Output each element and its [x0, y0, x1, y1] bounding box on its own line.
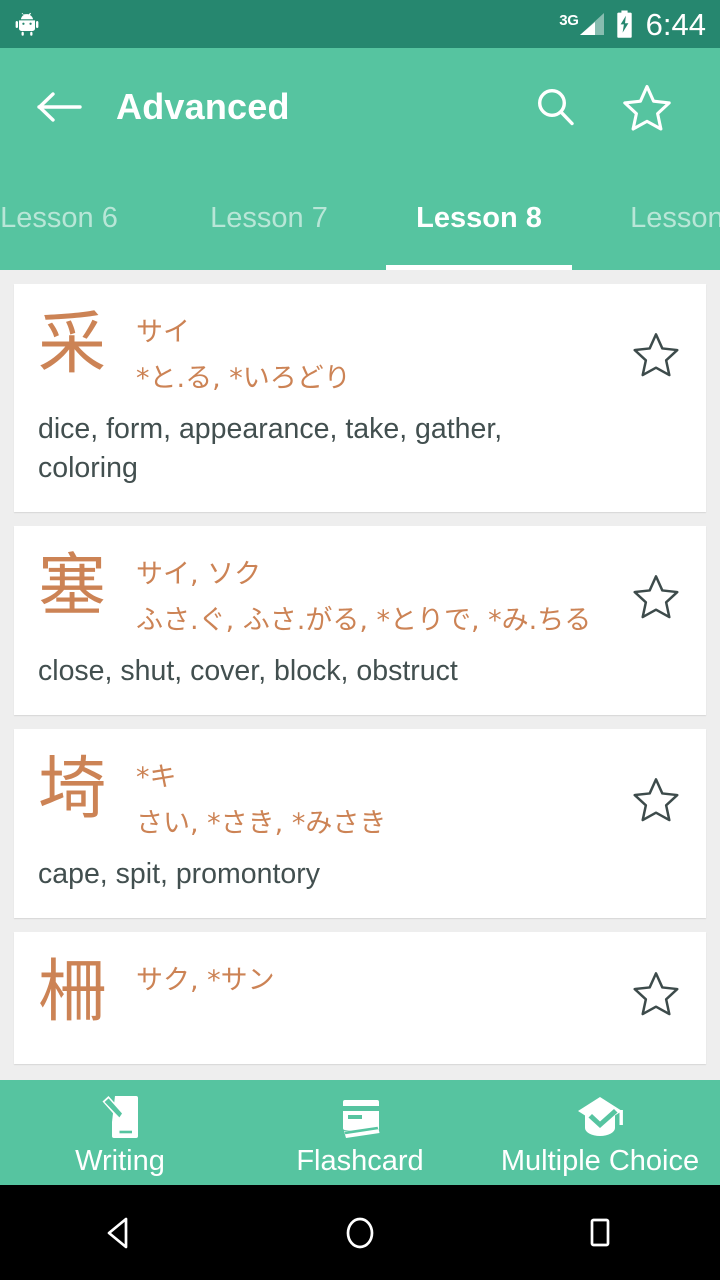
android-mascot-icon [15, 12, 39, 36]
writing-pencil-icon [95, 1093, 145, 1141]
back-button[interactable] [28, 76, 90, 138]
kanji-card-header: 柵 サク, *サン [38, 954, 684, 1032]
star-outline-icon [633, 575, 679, 619]
star-outline-icon [633, 778, 679, 822]
tab-lesson-6[interactable]: Lesson 6 [0, 166, 164, 270]
tab-label: Lesson 7 [210, 201, 328, 234]
search-icon [537, 88, 574, 126]
kanji-readings: サイ, ソク ふさ.ぐ, ふさ.がる, *とりで, *み.ちる [136, 548, 628, 644]
star-outline-icon [633, 972, 679, 1016]
page-title: Advanced [116, 86, 290, 127]
flashcard-stack-icon [335, 1093, 385, 1141]
kanji-readings: サク, *サン [136, 954, 628, 1004]
favorite-toggle-button[interactable] [622, 82, 672, 132]
search-button[interactable] [530, 82, 580, 132]
kanji-card-list[interactable]: 采 サイ *と.る, *いろどり dice, form, appearance,… [0, 270, 720, 1080]
signal-indicator: 3G [559, 11, 605, 37]
kanji-card[interactable]: 塞 サイ, ソク ふさ.ぐ, ふさ.がる, *とりで, *み.ちる close,… [14, 526, 706, 715]
kunyomi-reading: *と.る, *いろどり [136, 363, 351, 394]
kanji-character: 塞 [38, 547, 107, 626]
app-bar: Advanced [0, 48, 720, 166]
onyomi-reading: サイ, ソク [136, 559, 262, 590]
card-favorite-button[interactable] [628, 970, 684, 1016]
android-navigation-bar [0, 1185, 720, 1280]
status-bar: 3G 6:44 [0, 0, 720, 48]
bottom-item-label: Writing [75, 1145, 165, 1177]
card-favorite-button[interactable] [628, 573, 684, 619]
onyomi-reading: サイ [136, 317, 190, 348]
kanji-card-header: 埼 *キ さい, *さき, *みさき [38, 751, 684, 847]
bottom-item-label: Flashcard [296, 1145, 424, 1177]
study-mode-bar: Writing Flashcard Multiple Choice [0, 1080, 720, 1185]
kanji-meaning: cape, spit, promontory [38, 858, 320, 890]
status-bar-left [14, 11, 40, 37]
kanji-card-header: 塞 サイ, ソク ふさ.ぐ, ふさ.がる, *とりで, *み.ちる [38, 548, 684, 644]
kanji-readings: サイ *と.る, *いろどり [136, 306, 628, 402]
back-arrow-icon [37, 92, 82, 122]
tab-lesson-9[interactable]: Lesson 9 [584, 166, 720, 270]
kanji-meaning: dice, form, appearance, take, gather, co… [38, 413, 503, 484]
multiple-choice-mode-button[interactable]: Multiple Choice [480, 1080, 720, 1185]
tab-label: Lesson 9 [630, 201, 720, 234]
tab-track: Lesson 6 Lesson 7 Lesson 8 Lesson 9 Less… [0, 166, 720, 270]
tab-lesson-8[interactable]: Lesson 8 [374, 166, 584, 270]
app-screen: 3G 6:44 Advanced Lesson 6 Lesson 7 Lesso… [0, 0, 720, 1280]
status-bar-clock: 6:44 [645, 6, 706, 42]
onyomi-reading: サク, *サン [136, 965, 275, 996]
nav-recents-square-icon [590, 1218, 610, 1246]
status-bar-right: 3G 6:44 [559, 9, 706, 40]
kunyomi-reading: ふさ.ぐ, ふさ.がる, *とりで, *み.ちる [136, 605, 592, 636]
flashcard-mode-button[interactable]: Flashcard [240, 1080, 480, 1185]
kanji-meaning: close, shut, cover, block, obstruct [38, 655, 458, 687]
signal-bars-icon [579, 13, 604, 35]
nav-home-button[interactable] [240, 1213, 480, 1253]
kunyomi-reading: さい, *さき, *みさき [136, 808, 387, 839]
onyomi-reading: *キ [136, 762, 177, 793]
kanji-card-header: 采 サイ *と.る, *いろどり [38, 306, 684, 402]
nav-back-triangle-icon [107, 1217, 128, 1248]
star-outline-icon [623, 84, 671, 131]
star-outline-icon [633, 333, 679, 377]
nav-home-circle-icon [346, 1217, 374, 1248]
tab-lesson-7[interactable]: Lesson 7 [164, 166, 374, 270]
kanji-card[interactable]: 柵 サク, *サン [14, 932, 706, 1064]
kanji-card[interactable]: 埼 *キ さい, *さき, *みさき cape, spit, promontor… [14, 729, 706, 918]
app-bar-actions [530, 82, 672, 132]
nav-recents-button[interactable] [480, 1213, 720, 1253]
writing-mode-button[interactable]: Writing [0, 1080, 240, 1185]
tab-label: Lesson 8 [416, 201, 542, 234]
kanji-readings: *キ さい, *さき, *みさき [136, 751, 628, 847]
tab-label: Lesson 6 [0, 201, 118, 234]
kanji-character: 柵 [38, 953, 107, 1032]
lesson-tab-strip[interactable]: Lesson 6 Lesson 7 Lesson 8 Lesson 9 Less… [0, 166, 720, 270]
bottom-item-label: Multiple Choice [500, 1145, 700, 1177]
kanji-card[interactable]: 采 サイ *と.る, *いろどり dice, form, appearance,… [14, 284, 706, 512]
nav-back-button[interactable] [0, 1213, 240, 1253]
card-favorite-button[interactable] [628, 776, 684, 822]
kanji-character: 埼 [38, 750, 107, 829]
kanji-character: 采 [38, 305, 107, 384]
card-favorite-button[interactable] [628, 331, 684, 377]
battery-charging-icon [616, 10, 632, 38]
graduation-cap-icon [574, 1093, 626, 1141]
